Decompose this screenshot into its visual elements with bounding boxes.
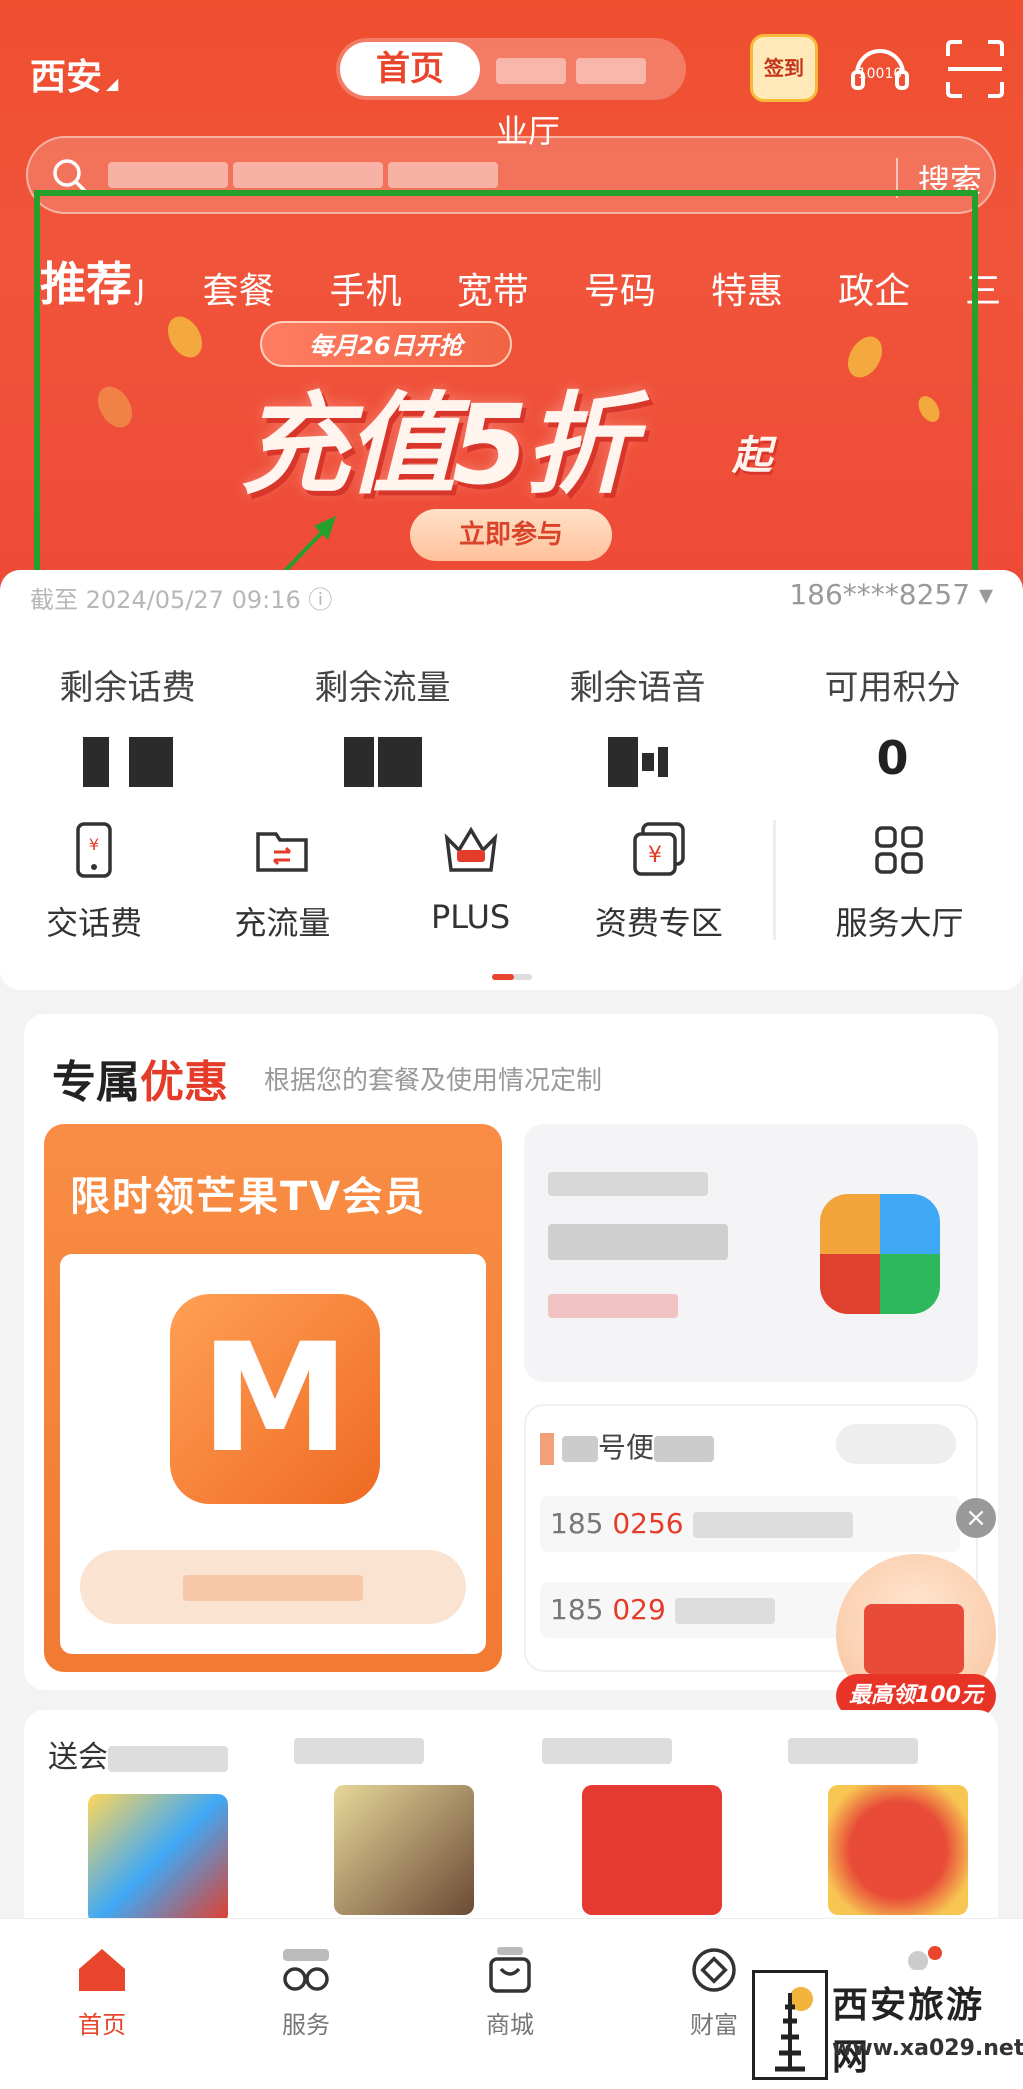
nav-service[interactable]: 服务 bbox=[204, 1919, 408, 2089]
mango-inner: M bbox=[60, 1254, 486, 1654]
stat-points-value: 0 bbox=[876, 731, 909, 785]
top-bar: 西安 ◢ 首页 业厅 签到 10010 bbox=[0, 30, 1023, 150]
account-card: 截至 2024/05/27 09:16 ⓘ 186****8257 ▾ 剩余话费… bbox=[0, 570, 1023, 990]
pagoda-logo-icon bbox=[752, 1970, 828, 2080]
tariff-icon: ¥ bbox=[633, 822, 685, 876]
nav-mall[interactable]: 商城 bbox=[408, 1919, 612, 2089]
stat-points[interactable]: 可用积分 0 bbox=[765, 660, 1020, 791]
stat-voice[interactable]: 剩余语音 bbox=[510, 660, 765, 791]
data-timestamp: 截至 2024/05/27 09:16 ⓘ bbox=[30, 586, 333, 614]
home-hall-toggle: 首页 业厅 bbox=[336, 38, 686, 150]
account-stats: 剩余话费 剩余流量 剩余语音 可用积分 0 bbox=[0, 660, 1023, 791]
strip-item[interactable] bbox=[294, 1732, 524, 1915]
service-number: 10010 bbox=[858, 66, 903, 82]
city-label: 西安 bbox=[30, 57, 103, 98]
blurred-tag bbox=[548, 1294, 678, 1318]
phone-selector[interactable]: 186****8257 ▾ bbox=[789, 578, 993, 611]
tab-home[interactable]: 首页 bbox=[340, 42, 480, 96]
scan-button[interactable] bbox=[940, 34, 1010, 104]
floating-gift[interactable]: 最高领100元 bbox=[836, 1554, 996, 1718]
stat-value-redacted bbox=[0, 731, 255, 791]
watermark-title: 西安旅游网 bbox=[832, 1985, 985, 2078]
close-icon[interactable]: × bbox=[956, 1498, 996, 1538]
shopping-bag-icon bbox=[489, 1947, 531, 1993]
entry-pay-bill[interactable]: ¥ 交话费 bbox=[0, 820, 188, 942]
caret-down-icon: ▾ bbox=[978, 578, 993, 611]
page-indicator-active bbox=[492, 974, 514, 980]
stat-balance[interactable]: 剩余话费 bbox=[0, 660, 255, 791]
quick-entries: ¥ 交话费 充流量 PLUS ¥ 资费专区 服务大厅 bbox=[0, 820, 1023, 942]
mango-tv-card[interactable]: 限时领芒果TV会员 M bbox=[44, 1124, 502, 1672]
strip-item[interactable] bbox=[542, 1732, 772, 1915]
caret-down-icon: ◢ bbox=[106, 74, 119, 93]
svg-text:¥: ¥ bbox=[89, 835, 99, 854]
site-watermark: 西安旅游网 www.xa029.net bbox=[752, 1970, 1023, 2080]
entry-plus[interactable]: PLUS bbox=[376, 820, 564, 940]
stat-value-redacted bbox=[255, 731, 510, 791]
strip-item[interactable] bbox=[788, 1732, 1018, 1915]
city-selector[interactable]: 西安 ◢ bbox=[30, 48, 118, 100]
info-icon[interactable]: ⓘ bbox=[308, 586, 332, 614]
wealth-icon bbox=[692, 1948, 736, 1992]
plus-crown-icon bbox=[444, 826, 497, 872]
stat-data[interactable]: 剩余流量 bbox=[255, 660, 510, 791]
entry-service-hall[interactable]: 服务大厅 bbox=[772, 820, 1023, 942]
mango-tv-logo-icon: M bbox=[170, 1294, 380, 1504]
entry-tariff-zone[interactable]: ¥ 资费专区 bbox=[565, 820, 753, 942]
headset-icon: 10010 bbox=[851, 49, 909, 90]
phone-bill-icon: ¥ bbox=[76, 822, 112, 878]
number-more-button[interactable] bbox=[836, 1424, 956, 1464]
plan-offer-card[interactable] bbox=[524, 1124, 978, 1382]
blurred-text bbox=[548, 1172, 708, 1196]
number-row[interactable]: 185 0256 bbox=[540, 1496, 960, 1552]
stat-value-redacted bbox=[510, 731, 765, 791]
customer-service-button[interactable]: 10010 bbox=[845, 34, 915, 104]
blurred-text bbox=[496, 58, 566, 84]
product-image bbox=[582, 1785, 722, 1915]
strip-item[interactable]: 送会 bbox=[48, 1732, 278, 1924]
mango-title: 限时领芒果TV会员 bbox=[70, 1174, 427, 1220]
product-image bbox=[334, 1785, 474, 1915]
page-indicator bbox=[492, 974, 532, 980]
app-icon bbox=[820, 1194, 940, 1314]
home-icon bbox=[79, 1949, 125, 1991]
sign-in-button[interactable]: 签到 bbox=[750, 34, 818, 102]
grid-icon bbox=[875, 826, 924, 874]
offers-title: 专属优惠 bbox=[52, 1057, 228, 1108]
product-image bbox=[88, 1794, 228, 1924]
nav-home[interactable]: 首页 bbox=[0, 1919, 204, 2089]
mango-claim-button[interactable] bbox=[80, 1550, 466, 1624]
offers-subtitle: 根据您的套餐及使用情况定制 bbox=[264, 1066, 603, 1096]
search-placeholder bbox=[108, 162, 499, 188]
product-image bbox=[828, 1785, 968, 1915]
sign-in-label: 签到 bbox=[764, 56, 804, 80]
number-card-title: 号便 bbox=[540, 1426, 715, 1466]
blurred-text bbox=[576, 58, 647, 84]
service-icon bbox=[283, 1949, 329, 1991]
svg-text:¥: ¥ bbox=[648, 843, 662, 868]
product-strip: 送会 bbox=[24, 1710, 998, 1940]
gift-box-icon bbox=[864, 1604, 964, 1674]
plan-name-redacted bbox=[548, 1220, 728, 1261]
watermark-url: www.xa029.net bbox=[832, 2036, 1023, 2061]
scan-icon bbox=[946, 40, 1004, 98]
entry-top-up-data[interactable]: 充流量 bbox=[188, 820, 376, 942]
data-folder-icon bbox=[256, 832, 309, 872]
